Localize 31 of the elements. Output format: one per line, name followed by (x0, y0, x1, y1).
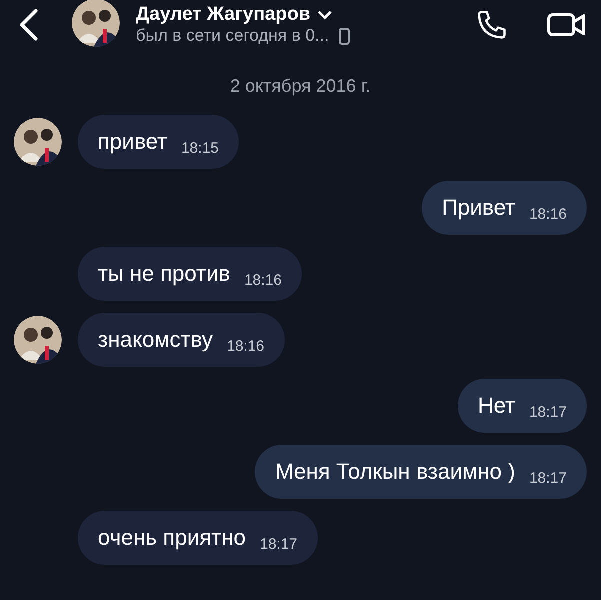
message-bubble[interactable]: Меня Толкын взаимно ) 18:17 (255, 445, 587, 499)
message-bubble[interactable]: привет 18:15 (78, 115, 240, 169)
avatar (72, 0, 120, 46)
message-time: 18:17 (529, 470, 567, 486)
message-text: Нет (478, 393, 516, 419)
avatar (14, 316, 62, 364)
message-text: Привет (442, 195, 516, 221)
message-time: 18:16 (226, 338, 265, 354)
message-bubble[interactable]: ты не против 18:16 (78, 247, 302, 301)
avatar (14, 118, 62, 166)
message-text: очень приятно (98, 525, 246, 551)
last-seen-status: был в сети сегодня в 0... (136, 26, 330, 46)
message-time: 18:16 (244, 272, 282, 288)
message-time: 18:17 (260, 536, 298, 552)
phone-icon[interactable] (475, 8, 509, 42)
date-separator: 2 октября 2016 г. (229, 76, 372, 97)
message-text: знакомству (98, 327, 213, 353)
message-time: 18:15 (181, 140, 220, 156)
message-time: 18:16 (529, 206, 567, 222)
message-bubble[interactable]: Нет 18:17 (458, 379, 587, 433)
back-icon[interactable] (18, 8, 40, 42)
message-bubble[interactable]: очень приятно 18:17 (78, 511, 318, 565)
phone-device-icon (339, 28, 350, 44)
chevron-down-icon[interactable] (316, 10, 333, 20)
message-text: привет (98, 129, 168, 155)
message-text: Меня Толкын взаимно ) (275, 459, 516, 485)
contact-name[interactable]: Даулет Жагупаров (136, 4, 311, 26)
message-time: 18:17 (529, 404, 567, 420)
message-bubble[interactable]: знакомству 18:16 (78, 313, 285, 367)
message-text: ты не против (98, 261, 230, 287)
message-bubble[interactable]: Привет 18:16 (422, 181, 587, 235)
